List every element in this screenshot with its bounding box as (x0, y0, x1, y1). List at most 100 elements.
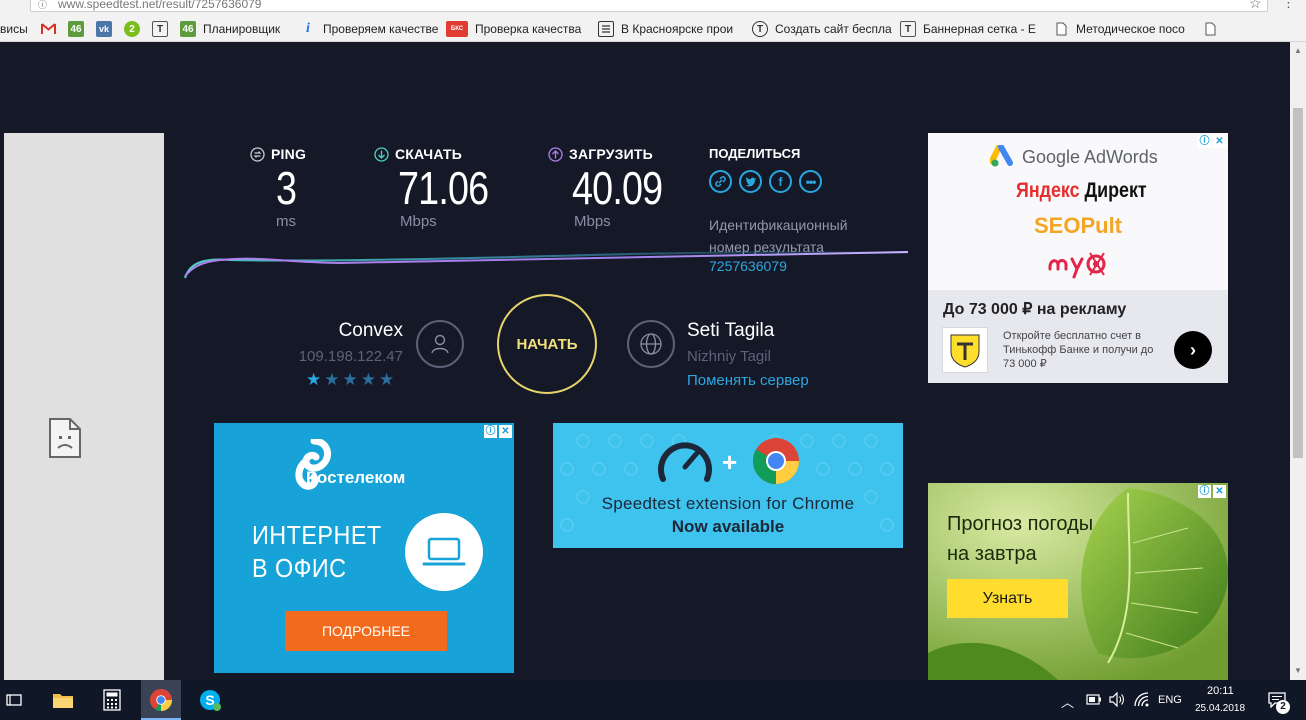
bookmark-method[interactable]: Методическое посо (1053, 20, 1185, 38)
volume-icon[interactable] (1109, 692, 1125, 707)
upload-heading: ЗАГРУЗИТЬ (548, 146, 653, 162)
share-more-button[interactable]: ••• (799, 170, 822, 193)
ad-choices[interactable]: ⓘ ✕ (1198, 135, 1226, 148)
t-circle-icon: T (752, 21, 768, 37)
2-icon: 2 (124, 21, 140, 37)
ad-tinkoff[interactable]: Google AdWords Яндекс Директ SEOPult До … (928, 133, 1228, 383)
download-label: СКАЧАТЬ (395, 146, 462, 162)
bookmark-item[interactable]: висы (0, 20, 28, 38)
laptop-circle (405, 513, 483, 591)
isp-name: Convex (338, 320, 403, 341)
share-facebook-button[interactable]: f (769, 170, 792, 193)
skype-button[interactable]: S (190, 680, 230, 720)
close-ad-icon[interactable]: ✕ (1213, 135, 1226, 148)
upload-value: 40.09 (572, 162, 663, 214)
server-city: Nizhniy Tagil (687, 348, 771, 365)
bookmark-create-site[interactable]: T Создать сайт беспла (752, 20, 892, 38)
vertical-scrollbar[interactable]: ▲ ▼ (1290, 42, 1306, 680)
ad-speedtest-extension[interactable]: + Speedtest extension for Chrome Now ava… (553, 423, 903, 548)
ping-icon (250, 146, 265, 162)
star-icon[interactable]: ★ (379, 370, 394, 390)
ad-choices[interactable]: ⓘ ✕ (484, 425, 512, 438)
close-ad-icon[interactable]: ✕ (1213, 485, 1226, 498)
adchoices-icon[interactable]: ⓘ (484, 425, 497, 438)
bookmark-check-quality-1[interactable]: i Проверяем качестве (300, 20, 438, 38)
ping-heading: PING (250, 146, 306, 162)
bookmark-check-quality-2[interactable]: БКС Проверка качества (446, 20, 581, 38)
download-unit: Mbps (400, 213, 437, 230)
close-ad-icon[interactable]: ✕ (499, 425, 512, 438)
vk-icon: vk (96, 21, 112, 37)
yandex-direct-logo: Яндекс Директ (1016, 179, 1147, 203)
star-icon[interactable]: ★ (306, 370, 321, 390)
google-adwords-text: Google AdWords (1022, 146, 1158, 167)
clock-time[interactable]: 20:11 (1207, 685, 1234, 697)
download-value: 71.06 (398, 162, 489, 214)
seopult-logo: SEOPult (1034, 213, 1123, 238)
download-heading: СКАЧАТЬ (374, 146, 462, 162)
isp-ip: 109.198.122.47 (298, 348, 403, 365)
star-icon[interactable]: ★ (361, 370, 376, 390)
scroll-down-icon[interactable]: ▼ (1294, 666, 1302, 675)
input-language[interactable]: ENG (1158, 694, 1182, 706)
doc-icon (598, 21, 614, 37)
windows-taskbar: S ︿ ENG 20:11 25.04.2018 2 (0, 680, 1306, 720)
action-center-button[interactable]: 2 (1262, 680, 1292, 720)
adchoices-icon[interactable]: ⓘ (1198, 135, 1211, 148)
bookmark-page[interactable] (1202, 20, 1218, 38)
bookmark-2[interactable]: 2 (124, 20, 140, 38)
adchoices-icon[interactable]: ⓘ (1198, 485, 1211, 498)
star-icon[interactable]: ★ (324, 370, 339, 390)
ad-headline: До 73 000 ₽ на рекламу (943, 301, 1127, 318)
upload-unit: Mbps (574, 213, 611, 230)
bookmark-star-icon[interactable]: ☆ (1249, 0, 1262, 10)
weather-learn-button[interactable]: Узнать (947, 579, 1068, 618)
browser-menu-icon[interactable]: ⋮ (1282, 0, 1295, 10)
wifi-icon[interactable] (1134, 692, 1150, 707)
weather-line-1: Прогноз погоды (947, 513, 1094, 535)
laptop-icon (422, 537, 466, 566)
bookmark-label: Планировщик (203, 22, 281, 36)
clock-date[interactable]: 25.04.2018 (1195, 703, 1245, 714)
scroll-up-icon[interactable]: ▲ (1294, 46, 1302, 55)
ad-rostelecom[interactable]: Ростелеком ИНТЕРНЕТ В ОФИС ПОДРОБНЕЕ ⓘ ✕ (214, 423, 514, 673)
user-circle (416, 320, 464, 368)
change-server-link[interactable]: Поменять сервер (687, 372, 809, 389)
notification-count: 2 (1276, 700, 1290, 714)
bookmark-gmail[interactable] (40, 20, 56, 38)
speedtest-gauge-icon (658, 442, 712, 482)
headline-line-1: ИНТЕРНЕТ (252, 520, 382, 550)
site-info-icon[interactable]: ⓘ (38, 0, 47, 10)
address-bar-area: ⓘ www.speedtest.net/result/7257636079 ☆ … (0, 0, 1306, 16)
globe-icon (640, 333, 662, 355)
ad-choices[interactable]: ⓘ ✕ (1198, 485, 1226, 498)
scrollbar-thumb[interactable] (1293, 108, 1303, 458)
chrome-taskbar-button[interactable] (141, 680, 181, 720)
upload-label: ЗАГРУЗИТЬ (569, 146, 653, 162)
show-hidden-icons[interactable]: ︿ (1061, 692, 1074, 711)
rostelecom-more-button[interactable]: ПОДРОБНЕЕ (285, 611, 447, 651)
46-icon: 46 (180, 21, 196, 37)
46-icon: 46 (68, 21, 84, 37)
star-icon[interactable]: ★ (343, 370, 358, 390)
bookmark-vk[interactable]: vk (96, 20, 112, 38)
bookmark-t[interactable]: T (152, 20, 168, 38)
ad-next-button[interactable]: › (1174, 331, 1212, 369)
share-link-button[interactable] (709, 170, 732, 193)
bookmark-planner[interactable]: 46 Планировщик (180, 20, 280, 38)
explorer-button[interactable] (43, 680, 83, 720)
info-icon: i (306, 21, 310, 36)
download-icon (374, 146, 389, 162)
ad-weather[interactable]: Прогноз погоды на завтра Узнать ⓘ ✕ (928, 483, 1228, 680)
bookmark-banner-grid[interactable]: T Баннерная сетка - Е (900, 20, 1036, 38)
bookmark-46[interactable]: 46 (68, 20, 84, 38)
isp-rating[interactable]: ★ ★ ★ ★ ★ (306, 370, 394, 390)
calculator-button[interactable] (92, 680, 132, 720)
start-button[interactable]: НАЧАТЬ (497, 294, 597, 394)
url-text[interactable]: www.speedtest.net/result/7257636079 (58, 0, 261, 11)
share-twitter-button[interactable] (739, 170, 762, 193)
bookmark-krasnoyarsk[interactable]: В Красноярске прои (598, 20, 733, 38)
battery-icon[interactable] (1086, 694, 1102, 705)
more-icon: ••• (805, 174, 817, 189)
task-view-button[interactable] (0, 680, 28, 720)
